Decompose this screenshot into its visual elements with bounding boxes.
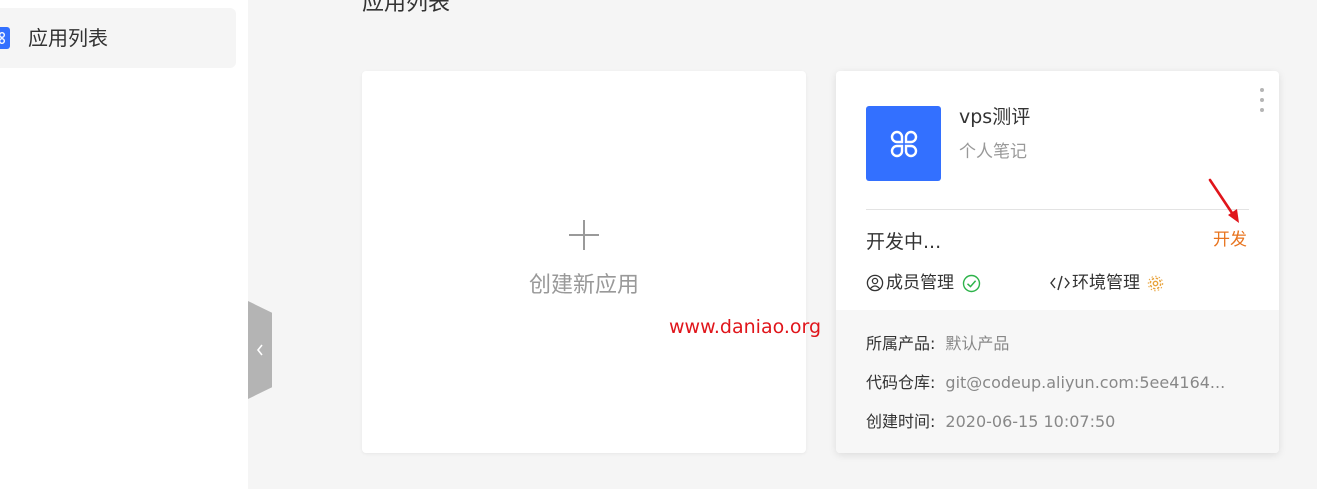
app-name: vps测评 <box>959 106 1031 128</box>
environment-management-label: 环境管理 <box>1072 273 1140 293</box>
info-value: 2020-06-15 10:07:50 <box>945 412 1116 431</box>
annotation-arrow-icon <box>1208 178 1239 223</box>
info-key: 创建时间: <box>866 412 936 431</box>
user-circle-icon <box>866 274 884 292</box>
environment-management-link[interactable]: 环境管理 <box>1049 272 1165 294</box>
chevron-left-icon <box>256 344 263 356</box>
develop-link[interactable]: 开发 <box>1213 229 1247 251</box>
gear-icon <box>1147 275 1164 291</box>
divider <box>866 209 1249 210</box>
member-management-link[interactable]: 成员管理 <box>866 272 981 294</box>
sidebar-collapse-toggle[interactable] <box>248 301 272 399</box>
info-value: git@codeup.aliyun.com:5ee4164... <box>945 373 1226 392</box>
info-row-product: 所属产品: 默认产品 <box>866 333 1009 355</box>
sidebar-item-label: 应用列表 <box>28 26 108 50</box>
create-app-card[interactable]: 创建新应用 <box>362 71 806 453</box>
app-status: 开发中... <box>866 231 942 253</box>
more-options-icon[interactable] <box>1255 88 1269 112</box>
app-grid-icon <box>0 27 10 49</box>
create-app-label: 创建新应用 <box>528 273 639 298</box>
app-description: 个人笔记 <box>959 142 1027 162</box>
sidebar-item-app-list[interactable]: 应用列表 <box>0 8 236 68</box>
info-value: 默认产品 <box>945 334 1010 353</box>
info-row-repo: 代码仓库: git@codeup.aliyun.com:5ee4164... <box>866 372 1225 394</box>
app-info-panel: 所属产品: 默认产品 代码仓库: git@codeup.aliyun.com:5ee… <box>836 310 1279 453</box>
plus-icon <box>569 220 599 250</box>
info-row-created: 创建时间: 2020-06-15 10:07:50 <box>866 411 1115 433</box>
app-card[interactable]: vps测评 个人笔记 开发中... 开发 成员管理 环境管理 所属产品: 默认产… <box>836 71 1279 453</box>
member-management-label: 成员管理 <box>886 273 954 293</box>
watermark-text: www.daniao.org <box>669 316 822 338</box>
check-circle-icon <box>962 274 981 292</box>
code-icon <box>1050 275 1070 291</box>
sidebar: 应用列表 <box>0 0 248 489</box>
info-key: 所属产品: <box>866 334 936 353</box>
app-grid-icon <box>866 106 941 181</box>
info-key: 代码仓库: <box>866 373 936 392</box>
page-title: 应用列表 <box>362 0 451 16</box>
